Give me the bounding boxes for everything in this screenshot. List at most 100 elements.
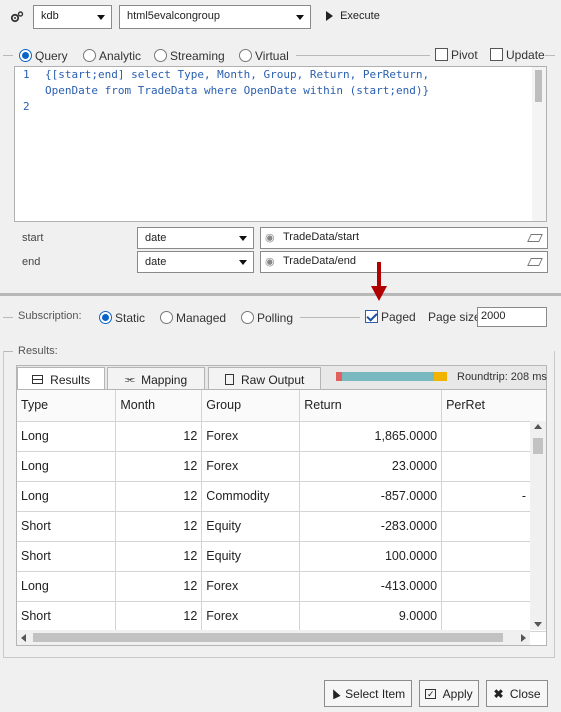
- param-type-select[interactable]: date: [137, 251, 254, 273]
- mode-analytic-radio[interactable]: Analytic: [83, 48, 141, 63]
- mode-virtual-radio[interactable]: Virtual: [239, 48, 289, 63]
- code-line: {[start;end] select Type, Month, Group, …: [45, 68, 430, 81]
- cell: 12: [115, 451, 203, 482]
- roundtrip-segment: [342, 372, 434, 381]
- table-row[interactable]: Short 12 Forex 9.0000: [17, 601, 546, 632]
- chevron-down-icon: [239, 236, 247, 241]
- cell: 23.0000: [299, 451, 443, 482]
- paged-checkbox[interactable]: Paged: [365, 309, 416, 324]
- apply-button[interactable]: ✓ Apply: [419, 680, 479, 707]
- close-button[interactable]: ✖ Close: [486, 680, 548, 707]
- roundtrip-text: Roundtrip: 208 ms: [457, 371, 547, 383]
- mode-query-radio[interactable]: Query: [19, 48, 68, 63]
- param-name: start: [22, 232, 44, 244]
- gears-icon[interactable]: [10, 10, 24, 24]
- mapping-icon: ⫘: [124, 373, 135, 386]
- column-header-type[interactable]: Type: [17, 390, 117, 422]
- cell: 100.0000: [299, 541, 443, 572]
- cell: Forex: [201, 601, 301, 632]
- table-row[interactable]: Short 12 Equity 100.0000: [17, 541, 546, 572]
- column-header-month[interactable]: Month: [115, 390, 203, 422]
- cell: Long: [17, 571, 117, 602]
- cell: 9.0000: [299, 601, 443, 632]
- cell: Long: [17, 481, 117, 512]
- results-grid[interactable]: Type Month Group Return PerRet Long 12 For…: [16, 389, 547, 646]
- param-value-input[interactable]: ◉ TradeData/end: [260, 251, 548, 273]
- cell: Short: [17, 541, 117, 572]
- cell: 1,865.0000: [299, 421, 443, 452]
- eraser-icon[interactable]: [527, 234, 543, 242]
- eye-icon[interactable]: ◉: [265, 232, 277, 244]
- radio-icon: [160, 311, 173, 325]
- server-select-value: kdb: [41, 10, 59, 22]
- cell: Short: [17, 601, 117, 632]
- editor-scrollbar[interactable]: [532, 67, 546, 221]
- table-header-row: Type Month Group Return PerRet: [17, 390, 546, 422]
- table-row[interactable]: Long 12 Commodity -857.0000-: [17, 481, 546, 512]
- table-row[interactable]: Long 12 Forex 23.0000: [17, 451, 546, 482]
- page-size-input[interactable]: 2000: [477, 307, 547, 327]
- code-area[interactable]: {[start;end] select Type, Month, Group, …: [45, 67, 532, 115]
- scrollbar-thumb[interactable]: [33, 633, 503, 642]
- scroll-up-icon[interactable]: [534, 424, 542, 429]
- connection-select[interactable]: html5evalcongroup: [119, 5, 311, 29]
- param-value-input[interactable]: ◉ TradeData/start: [260, 227, 548, 249]
- tab-raw-output[interactable]: Raw Output: [208, 367, 321, 390]
- line-number: 2: [23, 100, 30, 113]
- subscription-managed-radio[interactable]: Managed: [160, 310, 226, 325]
- cell: -283.0000: [299, 511, 443, 542]
- document-icon: [224, 374, 234, 386]
- radio-selected-icon: [19, 49, 32, 63]
- eraser-icon[interactable]: [527, 258, 543, 266]
- grid-horizontal-scrollbar[interactable]: [17, 630, 530, 645]
- pivot-checkbox[interactable]: Pivot: [435, 47, 478, 62]
- cursor-icon: [329, 688, 341, 700]
- page-size-label: Page size:: [428, 310, 485, 324]
- tab-mapping[interactable]: ⫘ Mapping: [107, 367, 205, 390]
- code-line: OpenDate from TradeData where OpenDate w…: [45, 84, 430, 97]
- column-header-return[interactable]: Return: [299, 390, 443, 422]
- grid-vertical-scrollbar[interactable]: [530, 421, 546, 630]
- select-item-button[interactable]: Select Item: [324, 680, 412, 707]
- subscription-polling-radio[interactable]: Polling: [241, 310, 293, 325]
- radio-icon: [239, 49, 252, 63]
- cell: Commodity: [201, 481, 301, 512]
- scrollbar-thumb[interactable]: [535, 70, 542, 102]
- scroll-right-icon[interactable]: [521, 634, 526, 642]
- tab-results[interactable]: Results: [17, 367, 105, 390]
- divider: [300, 317, 360, 318]
- checkbox-icon: [490, 48, 503, 62]
- cell: Equity: [201, 541, 301, 572]
- eye-icon[interactable]: ◉: [265, 256, 277, 268]
- divider: [3, 55, 13, 56]
- subscription-static-radio[interactable]: Static: [99, 310, 145, 325]
- cell: Long: [17, 421, 117, 452]
- query-editor[interactable]: 1 2 {[start;end] select Type, Month, Gro…: [14, 66, 547, 222]
- line-number-gutter: 1 2: [15, 67, 45, 115]
- play-icon: [326, 11, 333, 22]
- update-checkbox[interactable]: Update: [490, 47, 545, 62]
- execute-button[interactable]: Execute: [326, 10, 380, 22]
- check-icon: ✓: [425, 688, 437, 699]
- chevron-down-icon: [239, 260, 247, 265]
- param-type-select[interactable]: date: [137, 227, 254, 249]
- arrow-annotation-icon: [370, 262, 388, 302]
- column-header-perreturn[interactable]: PerRet: [441, 390, 546, 422]
- page-size-value: 2000: [481, 310, 506, 322]
- panel-splitter[interactable]: [0, 293, 561, 296]
- server-select[interactable]: kdb: [33, 5, 112, 29]
- table-row[interactable]: Long 12 Forex -413.0000: [17, 571, 546, 602]
- scrollbar-thumb[interactable]: [533, 438, 543, 454]
- subscription-label: Subscription:: [18, 310, 82, 322]
- scroll-down-icon[interactable]: [534, 622, 542, 627]
- mode-streaming-radio[interactable]: Streaming: [154, 48, 225, 63]
- checkbox-icon: [435, 48, 448, 62]
- results-table: Type Month Group Return PerRet Long 12 For…: [17, 390, 546, 632]
- scroll-left-icon[interactable]: [21, 634, 26, 642]
- table-row[interactable]: Long 12 Forex 1,865.0000: [17, 421, 546, 452]
- cell: 12: [115, 601, 203, 632]
- column-header-group[interactable]: Group: [201, 390, 301, 422]
- cell: 12: [115, 571, 203, 602]
- table-row[interactable]: Short 12 Equity -283.0000: [17, 511, 546, 542]
